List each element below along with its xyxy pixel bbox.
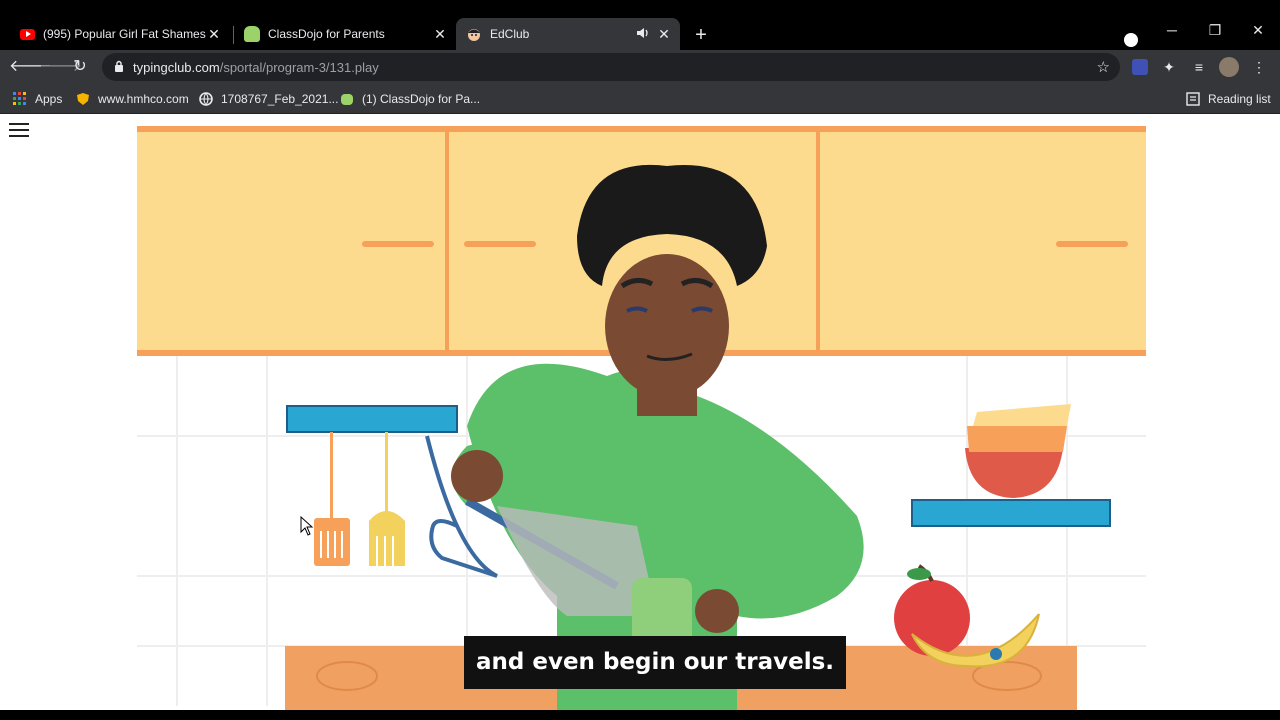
bookmark-apps[interactable]: Apps — [13, 90, 62, 108]
close-tab-icon[interactable]: ✕ — [656, 26, 672, 42]
tab-separator — [233, 26, 234, 44]
classdojo-icon — [341, 94, 353, 105]
url-path: /sportal/program-3/131.play — [219, 60, 379, 75]
classdojo-icon — [244, 26, 260, 42]
bookmark-star-icon[interactable]: ☆ — [1097, 58, 1110, 76]
address-bar[interactable]: typingclub.com/sportal/program-3/131.pla… — [102, 53, 1120, 81]
menu-kebab-icon[interactable]: ⋮ — [1249, 57, 1269, 77]
mouse-cursor-icon — [300, 516, 314, 536]
tab-youtube[interactable]: (995) Popular Girl Fat Shames Stu ✕ — [8, 18, 230, 50]
tab-title: (995) Popular Girl Fat Shames Stu — [43, 27, 208, 41]
reading-list-button[interactable]: Reading list — [1186, 90, 1271, 108]
edclub-icon — [466, 26, 482, 42]
bottom-border — [0, 710, 1280, 720]
lesson-video[interactable] — [137, 126, 1146, 710]
close-tab-icon[interactable]: ✕ — [432, 26, 448, 42]
reload-icon[interactable]: ↻ — [69, 56, 91, 78]
tab-title: ClassDojo for Parents — [268, 27, 385, 41]
lock-icon[interactable] — [114, 60, 124, 72]
extensions-puzzle-icon[interactable]: ✦ — [1159, 57, 1179, 77]
extension-icon[interactable] — [1130, 57, 1150, 77]
url-text[interactable]: typingclub.com/sportal/program-3/131.pla… — [133, 60, 379, 75]
new-tab-button[interactable]: + — [690, 24, 712, 46]
bookmark-label: www.hmhco.com — [98, 92, 189, 106]
video-caption: and even begin our travels. — [464, 636, 847, 689]
tab-strip: (995) Popular Girl Fat Shames Stu ✕ Clas… — [0, 8, 1280, 50]
close-window-icon[interactable]: ✕ — [1246, 22, 1270, 39]
browser-toolbar: 🡐 🡒 ↻ typingclub.com/sportal/program-3/1… — [0, 50, 1280, 84]
close-tab-icon[interactable]: ✕ — [206, 26, 222, 42]
page-content: and even begin our travels. — [0, 114, 1280, 710]
bookmark-label: (1) ClassDojo for Pa... — [362, 92, 481, 106]
tab-classdojo[interactable]: ClassDojo for Parents ✕ — [236, 18, 456, 50]
reading-list-label: Reading list — [1208, 92, 1271, 106]
profile-menu-icon[interactable] — [1124, 33, 1138, 47]
hmh-icon — [77, 93, 89, 105]
back-icon[interactable]: 🡐 — [9, 56, 52, 78]
media-control-icon[interactable]: ≡ — [1189, 57, 1209, 77]
bookmark-1708767[interactable]: 1708767_Feb_2021... — [199, 90, 338, 108]
bookmark-label: 1708767_Feb_2021... — [221, 92, 339, 106]
bookmark-classdojo[interactable]: (1) ClassDojo for Pa... — [340, 90, 480, 108]
tab-title: EdClub — [490, 27, 530, 41]
bookmarks-bar: Apps www.hmhco.com 1708767_Feb_2021... (… — [0, 84, 1280, 114]
avatar[interactable] — [1219, 57, 1239, 77]
url-domain: typingclub.com — [133, 60, 220, 75]
apps-grid-icon — [13, 92, 26, 105]
tab-edclub[interactable]: EdClub ✕ — [456, 18, 680, 50]
minimize-icon[interactable]: ─ — [1160, 22, 1184, 38]
forward-icon[interactable]: 🡒 — [39, 56, 82, 78]
hamburger-menu-icon[interactable] — [9, 123, 29, 139]
restore-icon[interactable]: ❐ — [1203, 22, 1227, 39]
reading-list-icon — [1186, 92, 1200, 106]
bookmark-hmhco[interactable]: www.hmhco.com — [76, 90, 189, 108]
bookmark-label: Apps — [35, 92, 63, 106]
browser-window: (995) Popular Girl Fat Shames Stu ✕ Clas… — [0, 0, 1280, 720]
youtube-icon — [20, 28, 35, 40]
speaker-icon[interactable] — [636, 26, 650, 40]
globe-icon — [199, 92, 213, 106]
